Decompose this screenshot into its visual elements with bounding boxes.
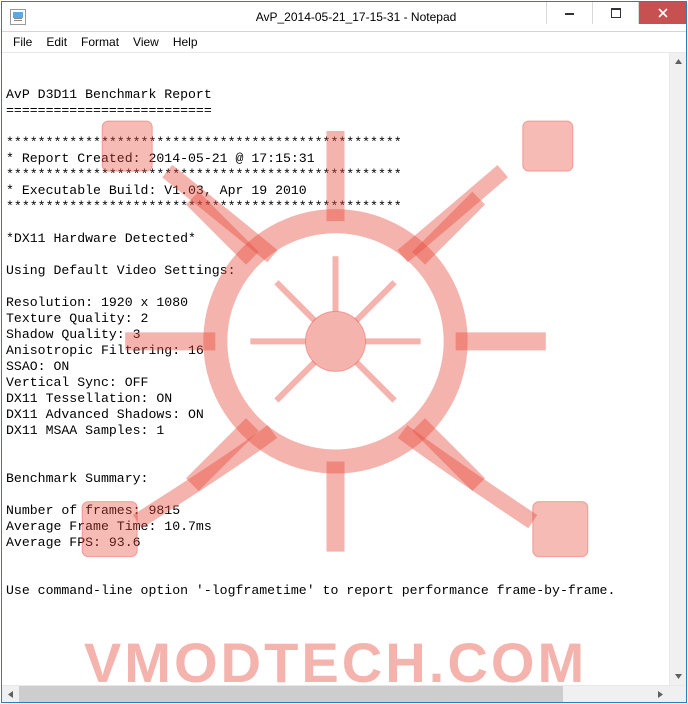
text-line: Average Frame Time: 10.7ms <box>6 519 212 534</box>
minimize-button[interactable] <box>546 2 592 24</box>
watermark-text: VMODTECH.COM <box>84 631 587 685</box>
titlebar[interactable]: AvP_2014-05-21_17-15-31 - Notepad <box>2 2 686 32</box>
text-line: Use command-line option '-logframetime' … <box>6 583 615 598</box>
text-line: Average FPS: 93.6 <box>6 535 141 550</box>
scroll-left-button[interactable] <box>2 686 19 702</box>
scroll-right-button[interactable] <box>652 686 669 702</box>
notepad-window: AvP_2014-05-21_17-15-31 - Notepad File E… <box>1 1 687 703</box>
text-line: DX11 Tessellation: ON <box>6 391 172 406</box>
text-line: Benchmark Summary: <box>6 471 148 486</box>
app-icon <box>10 9 26 25</box>
vertical-scrollbar[interactable] <box>669 53 686 685</box>
text-line: ****************************************… <box>6 167 402 182</box>
text-line: DX11 Advanced Shadows: ON <box>6 407 204 422</box>
menu-file[interactable]: File <box>6 33 39 51</box>
scroll-down-button[interactable] <box>670 668 686 685</box>
text-line: ****************************************… <box>6 199 402 214</box>
text-line: * Report Created: 2014-05-21 @ 17:15:31 <box>6 151 315 166</box>
hscroll-track[interactable] <box>19 686 652 702</box>
text-line: *DX11 Hardware Detected* <box>6 231 196 246</box>
window-controls <box>546 2 686 24</box>
scroll-up-button[interactable] <box>670 53 686 70</box>
close-button[interactable] <box>638 2 686 24</box>
text-line: Using Default Video Settings: <box>6 263 236 278</box>
maximize-button[interactable] <box>592 2 638 24</box>
text-line: * Executable Build: V1.03, Apr 19 2010 <box>6 183 307 198</box>
menu-view[interactable]: View <box>126 33 166 51</box>
text-line: Resolution: 1920 x 1080 <box>6 295 188 310</box>
text-line: Number of frames: 9815 <box>6 503 180 518</box>
text-line: Vertical Sync: OFF <box>6 375 148 390</box>
menubar: File Edit Format View Help <box>2 32 686 53</box>
text-line: AvP D3D11 Benchmark Report <box>6 87 212 102</box>
text-line: ========================== <box>6 103 212 118</box>
scroll-corner <box>669 686 686 702</box>
editor-wrap: VMODTECH.COM AvP D3D11 Benchmark Report … <box>2 53 686 685</box>
text-line: Anisotropic Filtering: 16 <box>6 343 204 358</box>
text-line: DX11 MSAA Samples: 1 <box>6 423 164 438</box>
text-line: ****************************************… <box>6 135 402 150</box>
horizontal-scrollbar[interactable] <box>2 685 686 702</box>
hscroll-thumb[interactable] <box>19 686 563 702</box>
menu-help[interactable]: Help <box>166 33 205 51</box>
text-editor[interactable]: VMODTECH.COM AvP D3D11 Benchmark Report … <box>2 53 669 685</box>
vscroll-track[interactable] <box>670 70 686 668</box>
text-line: Texture Quality: 2 <box>6 311 148 326</box>
text-line: Shadow Quality: 3 <box>6 327 141 342</box>
text-line: SSAO: ON <box>6 359 69 374</box>
menu-format[interactable]: Format <box>74 33 126 51</box>
menu-edit[interactable]: Edit <box>39 33 74 51</box>
